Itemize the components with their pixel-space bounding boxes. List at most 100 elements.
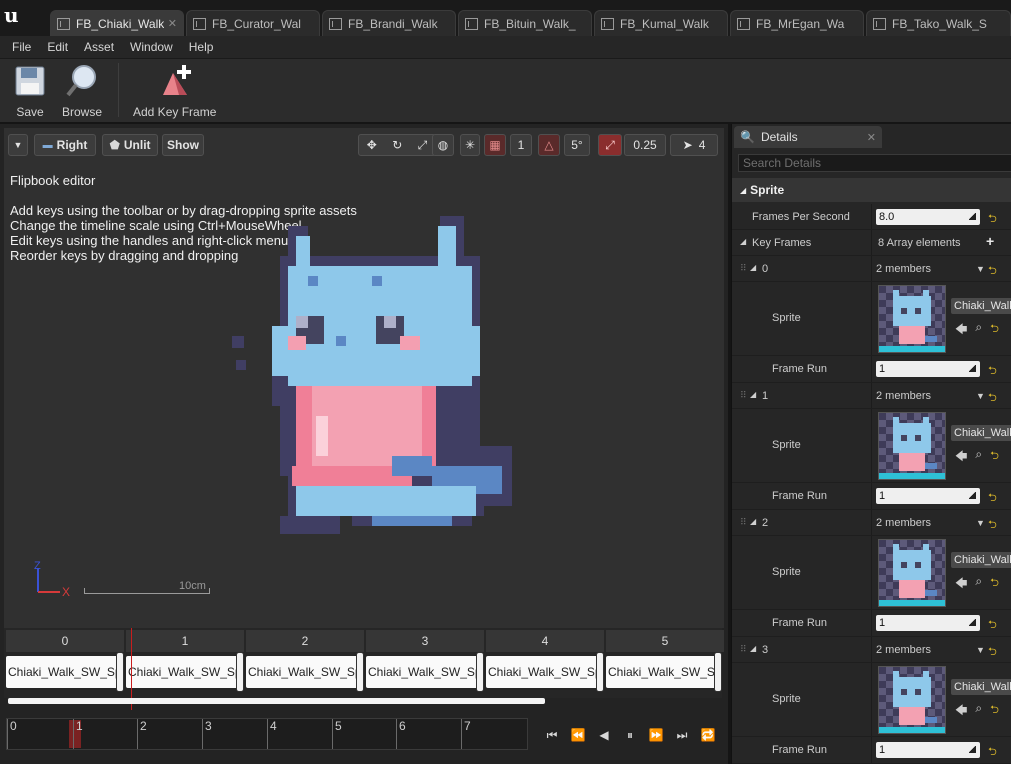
menu-file[interactable]: File: [4, 40, 39, 54]
grid-snap-value[interactable]: 1: [510, 134, 532, 156]
key-frame-block[interactable]: Chiaki_Walk_SW_Spri: [6, 656, 120, 688]
category-sprite-header[interactable]: ◢ Sprite: [732, 178, 1011, 202]
scale-snap-value[interactable]: 0.25: [624, 134, 666, 156]
collapse-arrow-icon[interactable]: ◢: [740, 237, 746, 246]
scale-snap-toggle[interactable]: ⤢: [598, 134, 622, 156]
jump-to-end-button[interactable]: ⏭: [670, 722, 694, 748]
reset-to-default-icon[interactable]: ⮌: [988, 389, 997, 408]
key-frame-block[interactable]: Chiaki_Walk_SW_Spr: [606, 656, 718, 688]
grid-snap-toggle[interactable]: ▦: [484, 134, 506, 156]
tab-fb-chiaki-walk[interactable]: FB_Chiaki_Walk ✕: [50, 10, 184, 36]
key-frame-handle[interactable]: [714, 652, 722, 692]
browse-search-icon[interactable]: ⌕: [975, 701, 982, 722]
sprite-asset-name[interactable]: Chiaki_Walk: [951, 425, 1011, 441]
translate-icon[interactable]: ✥: [367, 138, 377, 152]
key-frame-handle[interactable]: [476, 652, 484, 692]
sprite-asset-name[interactable]: Chiaki_Walk: [951, 552, 1011, 568]
browse-button[interactable]: Browse: [62, 63, 102, 119]
reset-to-default-icon[interactable]: ⮌: [988, 616, 997, 635]
drag-handle-icon[interactable]: ⠿: [740, 390, 747, 401]
sprite-thumbnail[interactable]: [878, 539, 946, 607]
use-selected-arrow-icon[interactable]: 🡄: [955, 574, 967, 595]
drag-handle-icon[interactable]: ⠿: [740, 517, 747, 528]
sprite-thumbnail[interactable]: [878, 285, 946, 353]
tab-fb-kumal-walk[interactable]: FB_Kumal_Walk: [594, 10, 728, 36]
menu-edit[interactable]: Edit: [39, 40, 76, 54]
flipbook-viewport[interactable]: ▼ ▬ Right ⬟ Unlit Show ✥ ↻ ⤢ ◍ ✳ ▦ 1 △ 5…: [4, 128, 724, 628]
key-frame-handle[interactable]: [596, 652, 604, 692]
browse-search-icon[interactable]: ⌕: [975, 447, 982, 468]
sprite-thumbnail[interactable]: [878, 412, 946, 480]
tab-fb-tako-walk[interactable]: FB_Tako_Walk_S: [866, 10, 1011, 36]
reset-to-default-icon[interactable]: ⮌: [988, 362, 997, 381]
use-selected-arrow-icon[interactable]: 🡄: [955, 320, 967, 341]
key-frame-handle[interactable]: [236, 652, 244, 692]
reset-to-default-icon[interactable]: ⮌: [988, 489, 997, 508]
key-frame-handle[interactable]: [356, 652, 364, 692]
chevron-down-icon[interactable]: ▼: [976, 518, 985, 528]
use-selected-arrow-icon[interactable]: 🡄: [955, 447, 967, 468]
play-reverse-button[interactable]: ◀: [592, 722, 616, 748]
jump-to-start-button[interactable]: ⏮: [540, 722, 564, 748]
chevron-down-icon[interactable]: ▼: [976, 645, 985, 655]
menu-help[interactable]: Help: [181, 40, 222, 54]
world-local-toggle[interactable]: ◍: [432, 134, 454, 156]
drag-handle-icon[interactable]: ⠿: [740, 263, 747, 274]
add-key-frame-button[interactable]: Add Key Frame: [133, 63, 216, 119]
frame-run-field[interactable]: 1: [876, 615, 980, 631]
add-element-icon[interactable]: +: [986, 233, 994, 249]
key-frame-block[interactable]: Chiaki_Walk_SW_Spri: [126, 656, 240, 688]
reset-to-default-icon[interactable]: ⮌: [988, 516, 997, 535]
rotate-icon[interactable]: ↻: [392, 138, 402, 152]
viewport-options-button[interactable]: ▼: [8, 134, 28, 156]
menu-asset[interactable]: Asset: [76, 40, 122, 54]
tab-fb-brandi-walk[interactable]: FB_Brandi_Walk: [322, 10, 456, 36]
close-icon[interactable]: ✕: [168, 17, 177, 30]
scrub-bar[interactable]: 0 1 2 3 4 5 6 7: [6, 718, 528, 750]
frame-run-field[interactable]: 1: [876, 488, 980, 504]
key-frame-block[interactable]: Chiaki_Walk_SW_Spri: [246, 656, 360, 688]
details-tab[interactable]: 🔍 Details ✕: [734, 126, 882, 148]
tab-fb-mregan-walk[interactable]: FB_MrEgan_Wa: [730, 10, 864, 36]
menu-window[interactable]: Window: [122, 40, 181, 54]
drag-handle-icon[interactable]: ⠿: [740, 644, 747, 655]
show-flags-button[interactable]: Show: [162, 134, 204, 156]
close-icon[interactable]: ✕: [867, 131, 876, 144]
collapse-arrow-icon[interactable]: ◢: [750, 390, 756, 399]
rotation-snap-toggle[interactable]: △: [538, 134, 560, 156]
key-frame-block[interactable]: Chiaki_Walk_SW_Spri: [366, 656, 480, 688]
cat-sprite-image[interactable]: [232, 216, 512, 556]
surface-snap-toggle[interactable]: ✳: [460, 134, 480, 156]
chevron-down-icon[interactable]: ▼: [976, 264, 985, 274]
reset-to-default-icon[interactable]: ⮌: [988, 210, 997, 229]
reset-to-default-icon[interactable]: ⮌: [990, 701, 999, 722]
unreal-logo-icon[interactable]: u: [4, 4, 26, 26]
chevron-down-icon[interactable]: ▼: [976, 391, 985, 401]
fps-field[interactable]: 8.0: [876, 209, 980, 225]
loop-button[interactable]: 🔁: [696, 722, 720, 748]
lighting-mode-button[interactable]: ⬟ Unlit: [102, 134, 158, 156]
sprite-asset-name[interactable]: Chiaki_Walk: [951, 298, 1011, 314]
details-search-input[interactable]: Search Details: [738, 154, 1011, 172]
reset-to-default-icon[interactable]: ⮌: [988, 262, 997, 281]
collapse-arrow-icon[interactable]: ◢: [750, 517, 756, 526]
use-selected-arrow-icon[interactable]: 🡄: [955, 701, 967, 722]
collapse-arrow-icon[interactable]: ◢: [750, 263, 756, 272]
step-forward-button[interactable]: ⏩: [644, 722, 668, 748]
scale-icon[interactable]: ⤢: [418, 138, 428, 153]
reset-to-default-icon[interactable]: ⮌: [988, 743, 997, 762]
sprite-asset-name[interactable]: Chiaki_Walk: [951, 679, 1011, 695]
browse-search-icon[interactable]: ⌕: [975, 320, 982, 341]
reset-to-default-icon[interactable]: ⮌: [990, 574, 999, 595]
view-mode-button[interactable]: ▬ Right: [34, 134, 96, 156]
key-frame-handle[interactable]: [116, 652, 124, 692]
reset-to-default-icon[interactable]: ⮌: [990, 447, 999, 468]
flipbook-timeline[interactable]: 0 1 2 3 4 5 Chiaki_Walk_SW_Spri Chiaki_W…: [4, 628, 724, 698]
step-back-button[interactable]: ⏪: [566, 722, 590, 748]
reset-to-default-icon[interactable]: ⮌: [988, 643, 997, 662]
tab-fb-bituin-walk[interactable]: FB_Bituin_Walk_: [458, 10, 592, 36]
timeline-scrollbar[interactable]: [8, 698, 545, 704]
camera-speed-button[interactable]: ➤ 4: [670, 134, 718, 156]
frame-run-field[interactable]: 1: [876, 361, 980, 377]
sprite-thumbnail[interactable]: [878, 666, 946, 734]
